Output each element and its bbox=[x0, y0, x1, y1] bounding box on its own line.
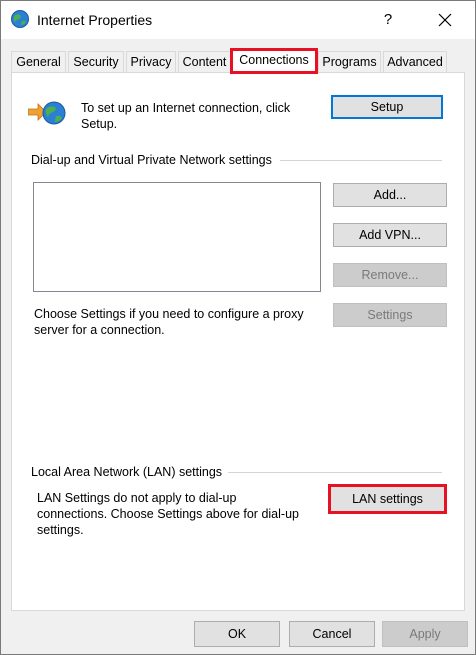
lan-group-label: Local Area Network (LAN) settings bbox=[31, 465, 223, 479]
dialup-group-label: Dial-up and Virtual Private Network sett… bbox=[31, 153, 272, 167]
internet-properties-window: Internet Properties ? General Security P… bbox=[0, 0, 476, 655]
tab-advanced[interactable]: Advanced bbox=[383, 51, 447, 73]
title-bar[interactable]: Internet Properties ? bbox=[1, 1, 475, 39]
tab-general[interactable]: General bbox=[11, 51, 66, 73]
connections-panel: To set up an Internet connection, click … bbox=[11, 72, 465, 611]
setup-text-line1: To set up an Internet connection, click bbox=[81, 101, 291, 115]
ok-button[interactable]: OK bbox=[194, 621, 280, 647]
lan-text-line1: LAN Settings do not apply to dial-up bbox=[37, 491, 237, 505]
close-icon[interactable] bbox=[427, 5, 463, 35]
settings-text-line2: server for a connection. bbox=[34, 323, 165, 337]
lan-text-line3: settings. bbox=[37, 523, 84, 537]
settings-text-line1: Choose Settings if you need to configure… bbox=[34, 307, 304, 321]
apply-button[interactable]: Apply bbox=[382, 621, 468, 647]
add-button[interactable]: Add... bbox=[333, 183, 447, 207]
lan-settings-button[interactable]: LAN settings bbox=[328, 484, 447, 514]
tab-programs[interactable]: Programs bbox=[318, 51, 381, 73]
tab-content[interactable]: Content bbox=[178, 51, 231, 73]
add-vpn-button[interactable]: Add VPN... bbox=[333, 223, 447, 247]
help-button[interactable]: ? bbox=[371, 5, 405, 35]
tab-security[interactable]: Security bbox=[68, 51, 124, 73]
globe-icon bbox=[11, 10, 29, 28]
setup-text-line2: Setup. bbox=[81, 117, 118, 131]
dialup-group-divider bbox=[280, 160, 442, 161]
connections-listbox[interactable] bbox=[33, 182, 321, 292]
lan-text-line2: connections. Choose Settings above for d… bbox=[37, 507, 299, 521]
tab-privacy[interactable]: Privacy bbox=[126, 51, 176, 73]
settings-button[interactable]: Settings bbox=[333, 303, 447, 327]
window-title: Internet Properties bbox=[37, 12, 153, 28]
remove-button[interactable]: Remove... bbox=[333, 263, 447, 287]
cancel-button[interactable]: Cancel bbox=[289, 621, 375, 647]
lan-group-divider bbox=[228, 472, 442, 473]
tab-connections[interactable]: Connections bbox=[230, 48, 318, 74]
setup-button[interactable]: Setup bbox=[331, 95, 443, 119]
tab-strip: General Security Privacy Content Connect… bbox=[11, 48, 471, 74]
network-connection-icon bbox=[28, 101, 66, 125]
